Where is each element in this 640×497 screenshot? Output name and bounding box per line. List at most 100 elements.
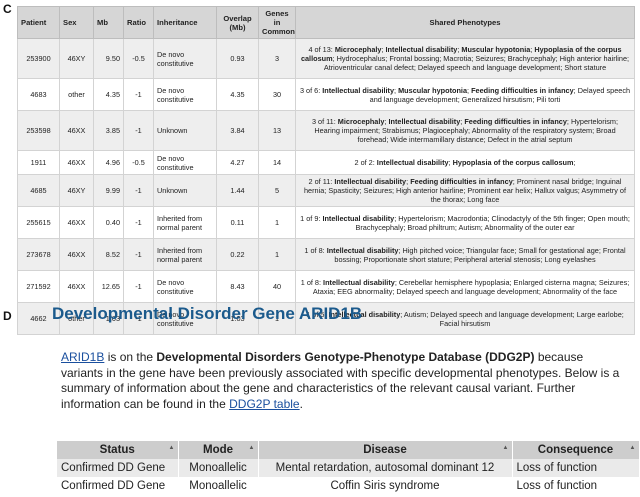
table-row: 255615 46XX 0.40 -1 Inherited from normal pa… [17, 206, 635, 239]
phenotype-text: 3 of 6: [299, 85, 323, 95]
column-header-consequence[interactable]: Consequence ▲ [512, 441, 640, 459]
phenotype-text: 1 of 8: [300, 277, 324, 287]
mb-cell: 4.35 [93, 78, 124, 111]
highlighted-phenotype: Intellectual disability [385, 45, 458, 54]
table-row: 271592 46XX 12.65 -1 De novo constitutive 8.4… [17, 270, 635, 303]
shared-phenotypes-cell: 1 of 8: Intellectual disability; High pi… [295, 238, 635, 271]
column-header-disease[interactable]: Disease ▲ [258, 441, 513, 459]
inheritance-cell: De novo constitutive [153, 38, 217, 79]
inheritance-cell: De novo constitutive [153, 270, 217, 303]
genes-in-common-cell: 30 [258, 78, 296, 111]
column-header-patient[interactable]: Patient [17, 6, 60, 39]
sex-cell: other [59, 78, 94, 111]
sex-cell: 46XX [59, 110, 94, 151]
shared-phenotypes-cell: 4 of 13: Microcephaly; Intellectual disa… [295, 38, 635, 79]
ratio-cell: -0.5 [123, 150, 154, 175]
inheritance-cell: Inherited from normal parent [153, 238, 217, 271]
gene-summary-table: Status ▲ Mode ▲ Disease ▲ Consequence ▲ Confirm… [57, 441, 640, 495]
table-row: 4685 46XY 9.99 -1 Unknown 1.44 5 2 of 11: Intel… [17, 174, 635, 207]
column-header-label: Disease [363, 444, 407, 456]
highlighted-phenotype: Intellectual disability [326, 245, 399, 255]
sort-triangle-icon[interactable]: ▲ [630, 445, 636, 451]
column-header-genes[interactable]: Genes in Common [258, 6, 296, 39]
inheritance-cell: Unknown [153, 174, 217, 207]
shared-phenotypes-cell: 1 of 8: Intellectual disability; Cerebel… [295, 270, 635, 303]
phenotype-text: ; Hydrocephalus; Frontal bossing; Macrot… [323, 54, 630, 72]
column-header-status[interactable]: Status ▲ [57, 441, 179, 459]
overlap-cell: 1.44 [216, 174, 259, 207]
page-title: Developmental Disorder Gene ARID1B [52, 304, 363, 323]
phenotype-text: ; Hypertelorism; Macrodontia; Clinodacty… [355, 213, 630, 232]
table-row: 253900 46XY 9.50 -0.5 De novo constitutive 0.… [17, 38, 635, 79]
mb-cell: 9.50 [93, 38, 124, 79]
highlighted-phenotype: Muscular hypotonia [398, 85, 468, 95]
gene-description: ARID1B is on the Developmental Disorders… [61, 350, 621, 412]
phenotype-text: 3 of 11: [311, 117, 338, 126]
ratio-cell: -1 [123, 206, 154, 239]
description-text: is on the [104, 350, 157, 364]
sort-triangle-icon[interactable]: ▲ [169, 445, 175, 451]
sex-cell: 46XX [59, 270, 94, 303]
disease-cell: Mental retardation, autosomal dominant 1… [258, 459, 513, 477]
phenotype-text: ; [573, 158, 576, 167]
patient-id-cell: 253598 [17, 110, 60, 151]
column-header-mb[interactable]: Mb [93, 6, 124, 39]
highlighted-phenotype: Intellectual disability [334, 177, 407, 186]
table-row: 253598 46XX 3.85 -1 Unknown 3.84 13 3 of 11: Mi… [17, 110, 635, 151]
inheritance-cell: Unknown [153, 110, 217, 151]
panel-label-d: D [3, 309, 12, 323]
column-header-inheritance[interactable]: Inheritance [153, 6, 217, 39]
column-header-phenotypes[interactable]: Shared Phenotypes [295, 6, 635, 39]
ratio-cell: -1 [123, 270, 154, 303]
ddg2p-table-link[interactable]: DDG2P table [229, 397, 299, 411]
mb-cell: 9.99 [93, 174, 124, 207]
consequence-cell: Loss of function [512, 459, 640, 477]
mode-cell: Monoallelic [178, 477, 259, 495]
sort-triangle-icon[interactable]: ▲ [503, 445, 509, 451]
overlap-cell: 3.84 [216, 110, 259, 151]
sex-cell: 46XX [59, 238, 94, 271]
sex-cell: 46XY [59, 38, 94, 79]
overlap-cell: 0.22 [216, 238, 259, 271]
consequence-cell: Loss of function [512, 477, 640, 495]
column-header-overlap[interactable]: Overlap (Mb) [216, 6, 259, 39]
column-header-ratio[interactable]: Ratio [123, 6, 154, 39]
mb-cell: 4.96 [93, 150, 124, 175]
table-row: 1911 46XX 4.96 -0.5 De novo constitutive 4.27… [17, 150, 635, 175]
overlap-cell: 8.43 [216, 270, 259, 303]
patient-id-cell: 4685 [17, 174, 60, 207]
patient-id-cell: 1911 [17, 150, 60, 175]
genes-in-common-cell: 3 [258, 38, 296, 79]
patient-id-cell: 253900 [17, 38, 60, 79]
highlighted-phenotype: Feeding difficulties in infancy [471, 85, 574, 95]
table-header-row: Patient Sex Mb Ratio Inheritance Overlap (Mb)… [17, 6, 635, 39]
highlighted-phenotype: Microcephaly [337, 117, 385, 126]
highlighted-phenotype: Intellectual disability [388, 117, 461, 126]
mb-cell: 3.85 [93, 110, 124, 151]
sort-triangle-icon[interactable]: ▲ [249, 445, 255, 451]
table-row: Confirmed DD Gene Monoallelic Mental retar… [57, 459, 640, 477]
gene-link[interactable]: ARID1B [61, 350, 104, 364]
disease-cell: Coffin Siris syndrome [258, 477, 513, 495]
column-header-mode[interactable]: Mode ▲ [178, 441, 259, 459]
phenotype-text: 1 of 9: [300, 213, 323, 223]
inheritance-cell: De novo constitutive [153, 78, 217, 111]
status-cell: Confirmed DD Gene [57, 459, 179, 477]
inheritance-cell: De novo constitutive [153, 150, 217, 175]
mb-cell: 8.52 [93, 238, 124, 271]
shared-phenotypes-cell: 2 of 11: Intellectual disability; Feedin… [295, 174, 635, 207]
highlighted-phenotype: Hypoplasia of the corpus callosum [452, 158, 574, 167]
ratio-cell: -1 [123, 174, 154, 207]
sex-cell: 46XY [59, 174, 94, 207]
column-header-sex[interactable]: Sex [59, 6, 94, 39]
sex-cell: 46XX [59, 150, 94, 175]
shared-phenotypes-cell: 2 of 2: Intellectual disability; Hypopla… [295, 150, 635, 175]
genes-in-common-cell: 1 [258, 206, 296, 239]
genes-in-common-cell: 1 [258, 238, 296, 271]
phenotype-text: 4 of 13: [308, 45, 335, 54]
highlighted-phenotype: Feeding difficulties in infancy [464, 117, 567, 126]
status-cell: Confirmed DD Gene [57, 477, 179, 495]
mb-cell: 12.65 [93, 270, 124, 303]
genes-in-common-cell: 13 [258, 110, 296, 151]
mb-cell: 0.40 [93, 206, 124, 239]
